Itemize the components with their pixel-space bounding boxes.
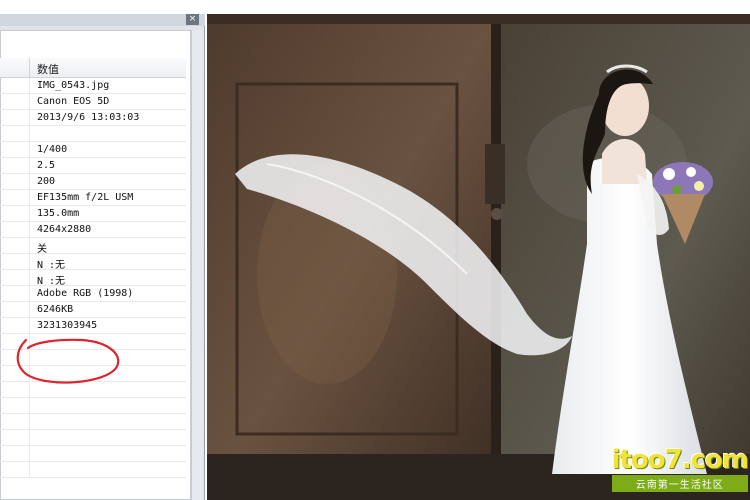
- property-name-cell: [0, 430, 30, 446]
- property-name-cell: [0, 270, 30, 286]
- table-row[interactable]: [0, 430, 186, 446]
- property-name-cell: [0, 190, 30, 206]
- property-value-cell: 4264x2880: [37, 224, 92, 235]
- name-column-header[interactable]: [0, 58, 30, 78]
- property-name-cell: [0, 414, 30, 430]
- window-titlebar: ×: [0, 14, 205, 26]
- property-value-cell: 2013/9/6 13:03:03: [37, 112, 140, 123]
- table-row[interactable]: 4264x2880: [0, 222, 186, 238]
- red-annotation-circle: [16, 338, 120, 384]
- property-name-cell: [0, 318, 30, 334]
- value-column-header[interactable]: 数值: [37, 61, 59, 77]
- exif-viewer-window: × 数值 IMG_0543.jpg Canon EOS 5D 2013/9/6 13…: [0, 14, 205, 500]
- table-row[interactable]: EF135mm f/2L USM: [0, 190, 186, 206]
- photo-illustration: [207, 14, 750, 500]
- property-name-cell: [0, 158, 30, 174]
- table-row[interactable]: 6246KB: [0, 302, 186, 318]
- property-name-cell: [0, 206, 30, 222]
- property-value-cell: 2.5: [37, 160, 56, 171]
- table-row[interactable]: [0, 398, 186, 414]
- property-name-cell: [0, 222, 30, 238]
- scrollbar[interactable]: [191, 30, 203, 500]
- property-name-cell: [0, 78, 30, 94]
- exif-table: 数值 IMG_0543.jpg Canon EOS 5D 2013/9/6 13:0…: [0, 58, 186, 478]
- table-row[interactable]: [0, 126, 186, 142]
- property-value-cell: N :无: [37, 260, 66, 271]
- table-row[interactable]: [0, 446, 186, 462]
- property-name-cell: [0, 110, 30, 126]
- table-row[interactable]: 135.0mm: [0, 206, 186, 222]
- wedding-photo: itoo7.com 云南第一生活社区: [207, 14, 750, 500]
- property-value-cell: Canon EOS 5D: [37, 96, 110, 107]
- table-row[interactable]: [0, 414, 186, 430]
- property-value-cell: 135.0mm: [37, 208, 80, 219]
- table-row[interactable]: N :无: [0, 270, 186, 287]
- table-row[interactable]: IMG_0543.jpg: [0, 78, 186, 94]
- property-name-cell: [0, 254, 30, 270]
- table-row[interactable]: Adobe RGB (1998): [0, 286, 186, 302]
- close-button[interactable]: ×: [186, 14, 199, 25]
- property-name-cell: [0, 398, 30, 414]
- property-name-cell: [0, 94, 30, 110]
- table-row[interactable]: N :无: [0, 254, 186, 271]
- property-value-cell: 1/400: [37, 144, 68, 155]
- table-row[interactable]: 2013/9/6 13:03:03: [0, 110, 186, 126]
- property-value-cell: N :无: [37, 276, 66, 287]
- property-value-cell: Adobe RGB (1998): [37, 288, 134, 299]
- property-value-cell: IMG_0543.jpg: [37, 80, 110, 91]
- table-row[interactable]: 关: [0, 238, 186, 255]
- property-name-cell: [0, 174, 30, 190]
- exif-rows: IMG_0543.jpg Canon EOS 5D 2013/9/6 13:03:0…: [0, 78, 186, 478]
- table-row[interactable]: 1/400: [0, 142, 186, 158]
- property-name-cell: [0, 462, 30, 478]
- site-watermark: itoo7.com 云南第一生活社区: [611, 445, 749, 492]
- table-row[interactable]: Canon EOS 5D: [0, 94, 186, 110]
- watermark-logo: itoo7.com: [611, 445, 749, 475]
- table-row[interactable]: 3231303945: [0, 318, 186, 334]
- property-name-cell: [0, 126, 30, 142]
- property-value-cell: 3231303945: [37, 320, 98, 331]
- property-value-cell: EF135mm f/2L USM: [37, 192, 134, 203]
- property-value-cell: 200: [37, 176, 56, 187]
- property-name-cell: [0, 238, 30, 254]
- property-name-cell: [0, 302, 30, 318]
- table-row[interactable]: [0, 462, 186, 478]
- table-row[interactable]: 200: [0, 174, 186, 190]
- table-header: 数值: [0, 58, 186, 78]
- property-value-cell: 关: [37, 244, 47, 255]
- watermark-subtitle: 云南第一生活社区: [611, 475, 748, 492]
- close-icon: ×: [188, 14, 197, 24]
- property-name-cell: [0, 142, 30, 158]
- property-value-cell: 6246KB: [37, 304, 74, 315]
- property-name-cell: [0, 286, 30, 302]
- table-row[interactable]: 2.5: [0, 158, 186, 174]
- property-name-cell: [0, 446, 30, 462]
